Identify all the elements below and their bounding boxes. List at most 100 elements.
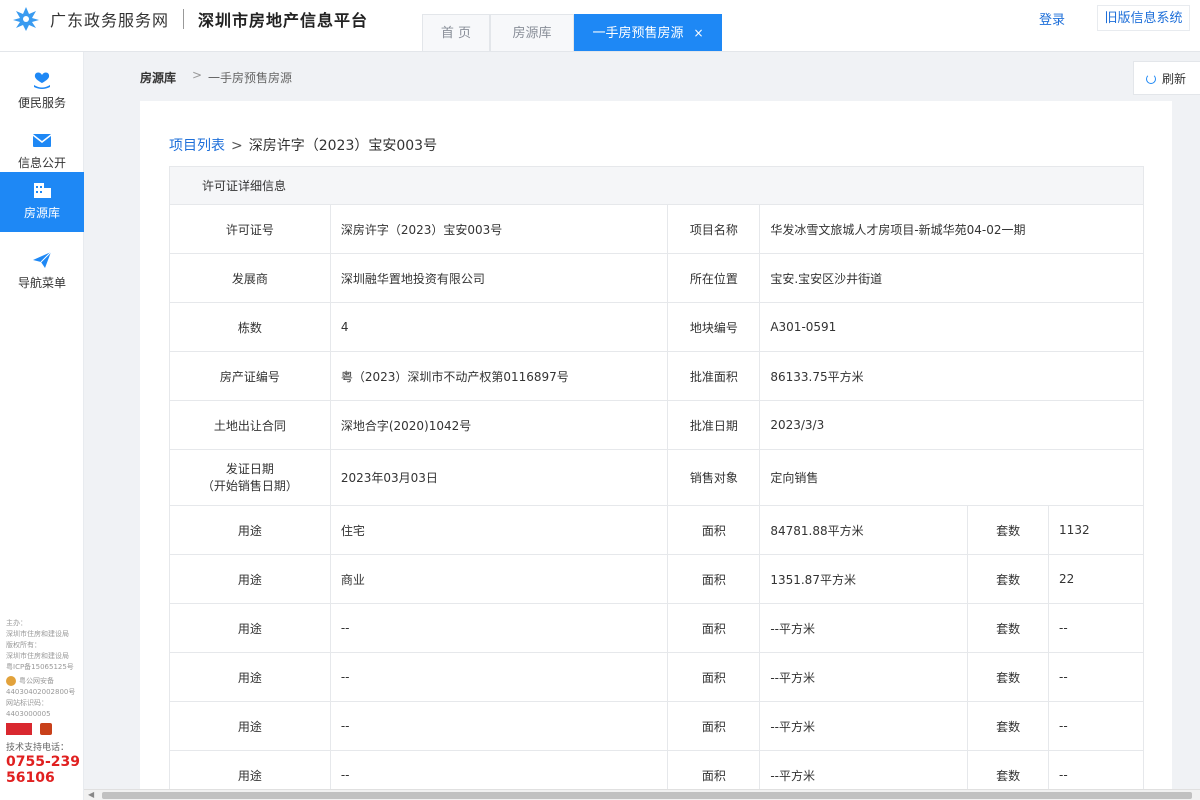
field-value: 商业 — [329, 554, 669, 604]
title-divider — [183, 9, 185, 29]
sub-breadcrumb-separator: > — [231, 138, 243, 154]
field-label: 套数 — [967, 603, 1050, 653]
logo[interactable]: 广东政务服务网 深圳市房地产信息平台 — [12, 6, 368, 32]
field-label: 套数 — [967, 652, 1050, 702]
breadcrumb-current: 一手房预售房源 — [208, 71, 293, 85]
field-value: 粤（2023）深圳市不动产权第0116897号 — [329, 351, 669, 401]
login-link[interactable]: 登录 — [1039, 9, 1065, 28]
gd-portal-title: 广东政务服务网 — [50, 11, 170, 30]
field-label: 面积 — [667, 603, 761, 653]
close-icon[interactable]: × — [693, 26, 703, 40]
project-list-link[interactable]: 项目列表 — [169, 138, 225, 154]
icp-link[interactable]: 粤ICP备15065125号 — [6, 662, 82, 673]
usage-row: 用途 商业 面积 1351.87平方米 套数 22 — [169, 554, 1144, 604]
field-label: 面积 — [667, 554, 761, 604]
field-label: 项目名称 — [667, 204, 761, 254]
field-value: --平方米 — [759, 603, 969, 653]
mail-icon — [31, 130, 53, 150]
field-label: 房产证编号 — [169, 351, 331, 401]
sidebar-item-label: 房源库 — [23, 206, 60, 220]
field-value: 华发冰雪文旅城人才房项目-新城华苑04-02一期 — [759, 204, 1144, 254]
scrollbar-thumb[interactable] — [102, 792, 1192, 799]
site-id-label: 网站标识码： — [6, 699, 48, 707]
tab-housing-library[interactable]: 房源库 — [490, 14, 574, 51]
gov-badges[interactable] — [6, 723, 82, 739]
field-label: 用途 — [169, 701, 331, 751]
sidebar-item-services[interactable]: 便民服务 — [0, 62, 84, 122]
field-label: 土地出让合同 — [169, 400, 331, 450]
breadcrumb: 房源库 > 一手房预售房源 刷新 — [84, 52, 1200, 100]
field-value: 深房许字（2023）宝安003号 — [329, 204, 669, 254]
table-row: 栋数 4 地块编号 A301-0591 — [169, 302, 1144, 352]
field-label: 批准面积 — [667, 351, 761, 401]
field-value: -- — [329, 701, 669, 751]
table-row: 发证日期 （开始销售日期） 2023年03月03日 销售对象 定向销售 — [169, 449, 1144, 506]
field-value: 86133.75平方米 — [759, 351, 1144, 401]
issue-date-sublabel: （开始销售日期） — [201, 478, 298, 493]
sidebar-item-housing-library[interactable]: 房源库 — [0, 172, 84, 232]
field-label: 套数 — [967, 701, 1050, 751]
tab-presale-label: 一手房预售房源 — [592, 26, 684, 41]
field-label: 面积 — [667, 652, 761, 702]
field-value: -- — [329, 603, 669, 653]
site-id: 4403000005 — [6, 710, 51, 718]
sidebar-item-label: 便民服务 — [17, 96, 66, 110]
police-record[interactable]: 粤公网安备 — [6, 676, 82, 687]
tab-presale-housing[interactable]: 一手房预售房源 × — [574, 14, 722, 51]
field-label: 面积 — [667, 701, 761, 751]
issue-date-label: 发证日期 — [225, 461, 274, 476]
field-value: 84781.88平方米 — [759, 505, 969, 555]
old-system-button[interactable]: 旧版信息系统 — [1097, 5, 1190, 31]
gov-error-report-icon — [6, 723, 32, 735]
field-label: 发展商 — [169, 253, 331, 303]
heart-hand-icon — [31, 70, 53, 90]
field-label: 发证日期 （开始销售日期） — [169, 449, 331, 506]
footer-line: 主办： — [6, 619, 27, 627]
horizontal-scrollbar[interactable]: ◀ — [84, 789, 1200, 800]
footer-line: 深圳市住房和建设局 — [6, 630, 69, 638]
breadcrumb-separator: > — [192, 68, 203, 82]
police-badge-icon — [6, 676, 16, 686]
usage-row: 用途 -- 面积 --平方米 套数 -- — [169, 603, 1144, 653]
sidebar-item-label: 信息公开 — [17, 156, 66, 170]
refresh-label: 刷新 — [1162, 72, 1187, 86]
field-value: -- — [329, 652, 669, 702]
field-label: 套数 — [967, 554, 1050, 604]
field-value: --平方米 — [759, 701, 969, 751]
field-value: 1132 — [1048, 505, 1144, 555]
gd-logo-icon — [12, 6, 40, 32]
building-icon — [31, 180, 53, 200]
field-value: 1351.87平方米 — [759, 554, 969, 604]
field-label: 所在位置 — [667, 253, 761, 303]
field-value: -- — [1048, 652, 1144, 702]
section-header-row: 许可证详细信息 — [169, 166, 1144, 205]
field-value: 深圳融华置地投资有限公司 — [329, 253, 669, 303]
footer-line: 版权所有： — [6, 641, 41, 649]
field-value: 4 — [329, 302, 669, 352]
permit-detail-table: 许可证详细信息 许可证号 深房许字（2023）宝安003号 项目名称 华发冰雪文… — [169, 166, 1144, 800]
field-value: 2023年03月03日 — [329, 449, 669, 506]
table-row: 许可证号 深房许字（2023）宝安003号 项目名称 华发冰雪文旅城人才房项目-… — [169, 204, 1144, 254]
platform-title: 深圳市房地产信息平台 — [198, 11, 369, 30]
tab-home[interactable]: 首 页 — [422, 14, 490, 51]
usage-row: 用途 -- 面积 --平方米 套数 -- — [169, 652, 1144, 702]
breadcrumb-root[interactable]: 房源库 — [140, 69, 176, 86]
police-number: 44030402002800号 — [6, 688, 76, 696]
field-label: 用途 — [169, 505, 331, 555]
refresh-icon — [1146, 74, 1156, 84]
section-title: 许可证详细信息 — [169, 166, 1144, 205]
field-label: 用途 — [169, 554, 331, 604]
field-label: 栋数 — [169, 302, 331, 352]
usage-row: 用途 -- 面积 --平方米 套数 -- — [169, 701, 1144, 751]
field-value: 深地合字(2020)1042号 — [329, 400, 669, 450]
field-value: 2023/3/3 — [759, 400, 1144, 450]
top-header: 广东政务服务网 深圳市房地产信息平台 首 页 房源库 一手房预售房源 × 登录 旧… — [0, 0, 1200, 52]
field-label: 批准日期 — [667, 400, 761, 450]
sidebar-item-nav-menu[interactable]: 导航菜单 — [0, 242, 84, 302]
tech-support-phone-2: 56106 — [6, 770, 55, 786]
table-row: 房产证编号 粤（2023）深圳市不动产权第0116897号 批准面积 86133… — [169, 351, 1144, 401]
refresh-button[interactable]: 刷新 — [1133, 61, 1200, 95]
usage-row: 用途 住宅 面积 84781.88平方米 套数 1132 — [169, 505, 1144, 555]
scroll-left-icon[interactable]: ◀ — [88, 790, 94, 799]
field-value: 住宅 — [329, 505, 669, 555]
